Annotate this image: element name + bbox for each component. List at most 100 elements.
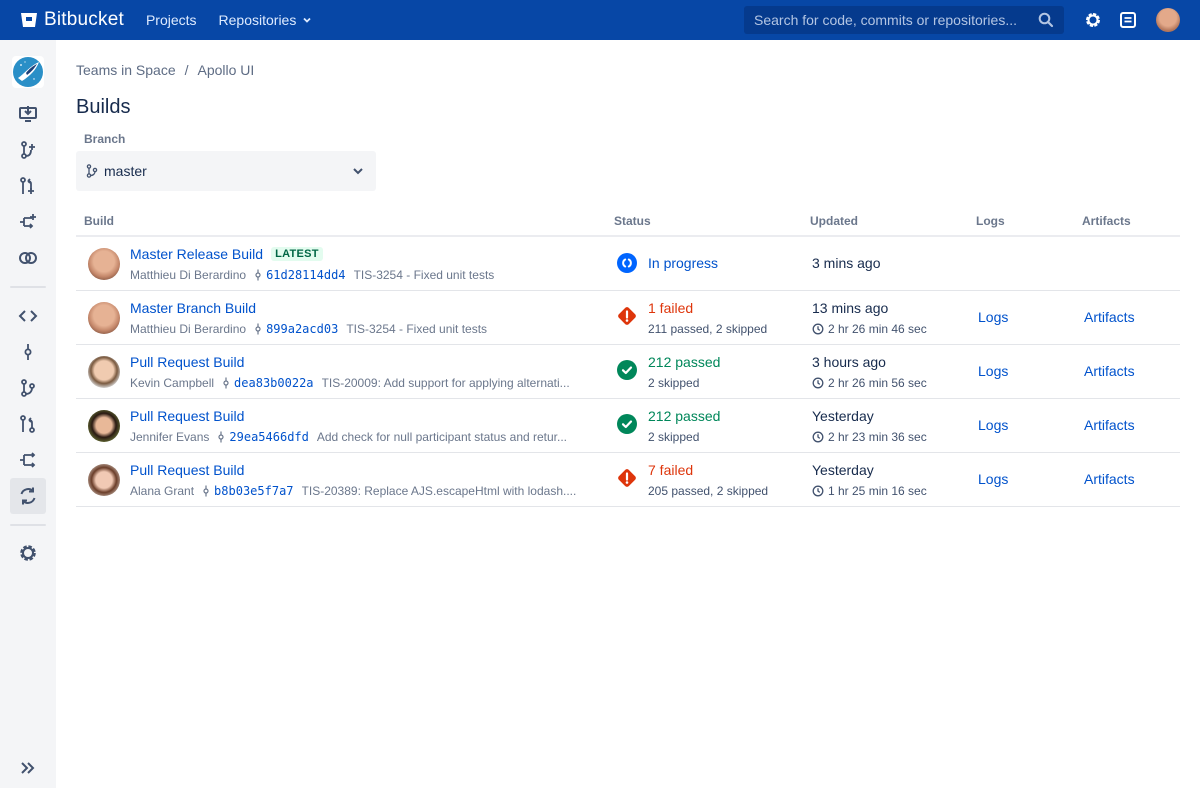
expand-icon[interactable] [18,758,38,778]
rocket-logo-icon [13,57,43,87]
header-status: Status [614,214,651,228]
clock-icon [812,377,824,389]
build-duration: 2 hr 23 min 36 sec [812,430,927,444]
artifacts-link[interactable]: Artifacts [1084,363,1135,379]
build-title: Master Release Build [130,246,264,262]
notes-icon[interactable] [1120,11,1136,29]
commits-icon [24,344,32,360]
sidebar-item-fork[interactable] [10,204,46,240]
branch-select[interactable]: master [76,151,376,191]
status-detail: 2 skipped [648,430,700,444]
build-title-link[interactable]: Master Branch Build [130,300,256,316]
nav-projects[interactable]: Projects [146,12,197,28]
author-name: Alana Grant [130,484,195,498]
sidebar-item-forks[interactable] [10,442,46,478]
chevron-down-icon [303,17,311,23]
nav-projects-label: Projects [145,12,197,28]
in-progress-icon [617,253,637,278]
artifacts-link[interactable]: Artifacts [1084,417,1135,433]
updated-time: Yesterday [812,462,874,478]
build-meta: Alana Grant b8b03e5f7a7 TIS-20389: Replace… [130,484,600,498]
sidebar-divider [10,286,46,288]
create-branch-icon [21,141,35,159]
failed-icon [616,305,638,332]
sidebar-item-source[interactable] [10,298,46,334]
status-detail: 2 skipped [648,376,700,390]
status-text: In progress [648,255,719,271]
top-navigation-bar: Bitbucket Projects Repositories Search f… [0,0,1200,40]
logs-link[interactable]: Logs [978,309,1008,325]
build-title: Pull Request Build [130,408,245,424]
commit-hash-link[interactable]: 899a2acd03 [266,322,338,336]
build-duration: 1 hr 25 min 16 sec [812,484,927,498]
build-title-link[interactable]: Pull Request Build [130,462,244,478]
fork-icon [20,214,36,229]
table-row: Master Release Build LATEST Matthieu Di Be… [76,237,1180,291]
header-updated: Updated [810,214,858,228]
bitbucket-logo[interactable]: Bitbucket [20,9,124,31]
artifacts-link[interactable]: Artifacts [1084,309,1135,325]
table-row: Pull Request Build Alana Grant b8b03e5f7a7… [76,453,1180,507]
sidebar-divider [10,524,46,526]
nav-repositories-label: Repositories [218,12,297,28]
commit-hash-link[interactable]: b8b03e5f7a7 [214,484,293,498]
builds-icon [20,487,36,505]
project-avatar[interactable] [12,56,44,88]
build-title-link[interactable]: Pull Request Build [130,408,244,424]
logs-link[interactable]: Logs [978,363,1008,379]
table-row: Master Branch Build Matthieu Di Berardino… [76,291,1180,345]
source-icon [18,310,38,322]
sidebar-item-create-pull-request[interactable] [10,168,46,204]
commit-icon [255,323,261,335]
duration-text: 2 hr 26 min 46 sec [828,322,927,336]
breadcrumb-project[interactable]: Teams in Space [76,62,176,78]
settings-icon[interactable] [1084,11,1102,29]
sidebar-item-settings[interactable] [10,535,46,571]
updated-time: Yesterday [812,408,874,424]
logs-link[interactable]: Logs [978,417,1008,433]
author-avatar [88,248,120,280]
commit-message: TIS-20389: Replace AJS.escapeHtml with l… [301,484,577,498]
build-title-link[interactable]: Pull Request Build [130,354,244,370]
logs-link[interactable]: Logs [978,471,1008,487]
failed-icon [616,467,638,494]
updated-time: 13 mins ago [812,300,889,316]
success-icon [617,414,637,439]
commit-hash-link[interactable]: dea83b0022a [234,376,313,390]
commit-hash-link[interactable]: 29ea5466dfd [229,430,308,444]
sidebar-item-pull-requests[interactable] [10,406,46,442]
breadcrumb-separator: / [184,62,189,78]
build-title-link[interactable]: Master Release Build LATEST [130,246,323,262]
build-title: Pull Request Build [130,462,245,478]
sidebar-item-create-branch[interactable] [10,132,46,168]
commit-hash-link[interactable]: 61d28114dd4 [266,268,345,282]
nav-repositories[interactable]: Repositories [219,12,313,28]
user-avatar[interactable] [1156,8,1180,32]
header-build: Build [84,214,114,228]
compare-icon [19,252,37,264]
breadcrumb-repo[interactable]: Apollo UI [198,62,255,78]
author-avatar [88,356,120,388]
sidebar-item-branches[interactable] [10,370,46,406]
search-input[interactable]: Search for code, commits or repositories… [744,6,1064,34]
sidebar-item-commits[interactable] [10,334,46,370]
sidebar-item-compare[interactable] [10,240,46,276]
sidebar-item-clone[interactable] [10,96,46,132]
author-name: Matthieu Di Berardino [130,322,247,336]
updated-time: 3 hours ago [812,354,886,370]
bitbucket-icon [21,13,37,27]
search-icon[interactable] [1038,12,1054,28]
status-text: 212 passed [648,408,721,424]
commit-message: TIS-20009: Add support for applying alte… [321,376,570,390]
author-name: Kevin Campbell [130,376,215,390]
author-name: Matthieu Di Berardino [130,268,247,282]
updated-time: 3 mins ago [812,255,881,271]
latest-badge: LATEST [271,247,323,261]
sidebar-item-builds[interactable] [10,478,46,514]
artifacts-link[interactable]: Artifacts [1084,471,1135,487]
commit-icon [203,485,209,497]
author-name: Jennifer Evans [130,430,210,444]
status-detail: 205 passed, 2 skipped [648,484,769,498]
build-title: Master Branch Build [130,300,257,316]
build-meta: Matthieu Di Berardino 899a2acd03 TIS-3254 … [130,322,600,336]
